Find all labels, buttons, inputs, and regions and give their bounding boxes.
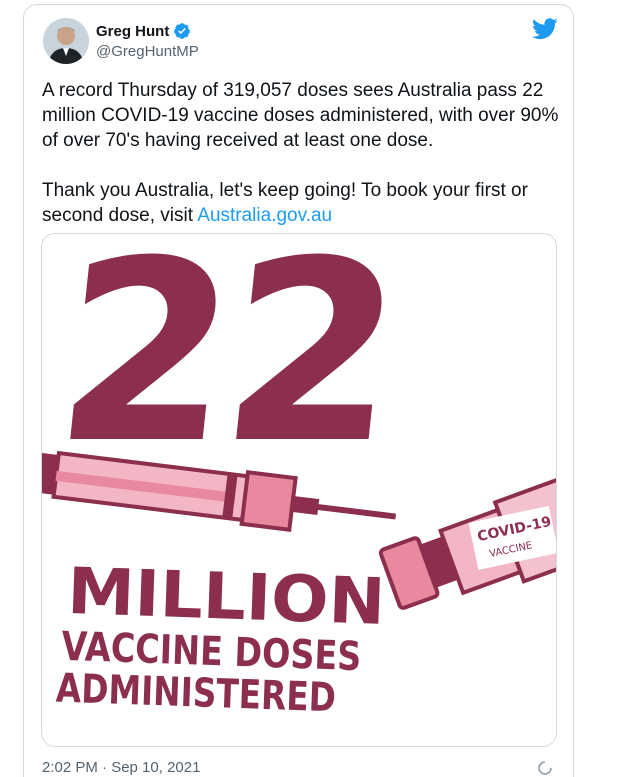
tweet-timestamp[interactable]: 2:02 PM · Sep 10, 2021: [42, 759, 200, 776]
author-name[interactable]: Greg Hunt: [96, 22, 191, 40]
author-handle[interactable]: @GregHuntMP: [96, 43, 199, 60]
vaccine-infographic: 22 COVID-19 VACCINE MILLION VACCINE DOSE…: [42, 234, 556, 746]
australia-gov-link[interactable]: Australia.gov.au: [197, 205, 332, 226]
verified-badge-icon: [174, 23, 191, 39]
tweet-paragraph-1: A record Thursday of 319,057 doses sees …: [42, 80, 559, 151]
tweet-media-image[interactable]: 22 COVID-19 VACCINE MILLION VACCINE DOSE…: [41, 233, 557, 747]
author-avatar[interactable]: [43, 18, 89, 64]
avatar-photo: [43, 18, 89, 64]
loading-icon: [538, 761, 552, 775]
tweet-text: A record Thursday of 319,057 doses sees …: [42, 78, 562, 253]
twitter-bird-icon[interactable]: [532, 18, 558, 40]
author-name-text[interactable]: Greg Hunt: [96, 23, 169, 40]
tweet-paragraph-2: Thank you Australia, let's keep going! T…: [42, 178, 562, 228]
administered-text: ADMINISTERED: [55, 666, 336, 722]
